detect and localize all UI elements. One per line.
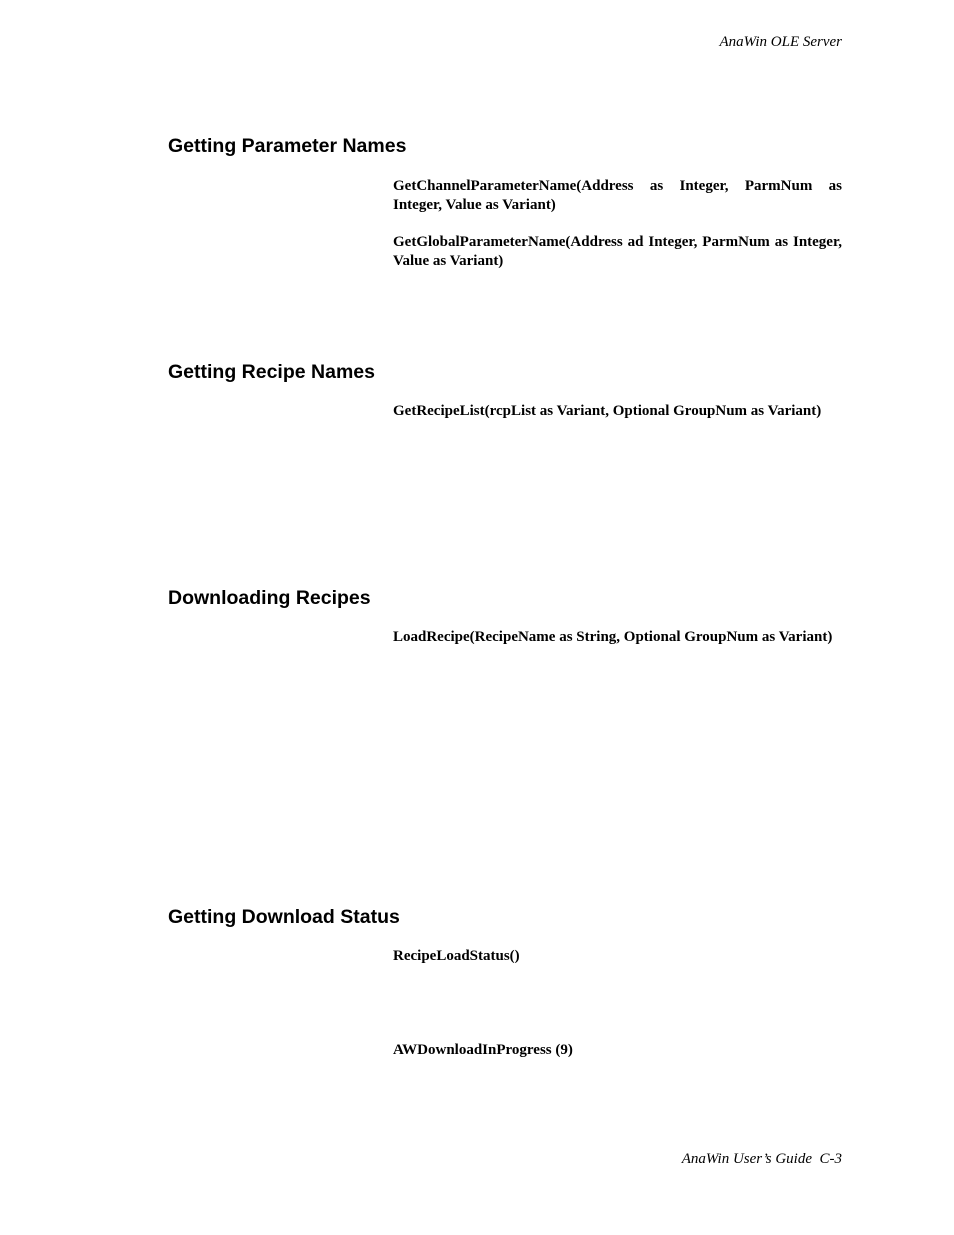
function-signature-get-global-parameter-name: GetGlobalParameterName(Address ad Intege… (393, 234, 842, 269)
section-heading-downloading-recipes: Downloading Recipes (168, 587, 371, 609)
running-header: AnaWin OLE Server (719, 34, 842, 50)
running-footer: AnaWin User’s Guide C-3 (681, 1151, 842, 1167)
function-signature-get-channel-parameter-name: GetChannelParameterName(Address as Integ… (393, 178, 842, 213)
section-heading-recipe-names: Getting Recipe Names (168, 361, 375, 383)
section-heading-parameter-names: Getting Parameter Names (168, 135, 407, 157)
function-signature-recipe-load-status: RecipeLoadStatus() (393, 948, 520, 964)
status-constant-aw-download-in-progress: AWDownloadInProgress (9) (393, 1042, 573, 1058)
section-heading-download-status: Getting Download Status (168, 906, 400, 928)
function-signature-get-recipe-list: GetRecipeList(rcpList as Variant, Option… (393, 403, 822, 419)
function-signature-load-recipe: LoadRecipe(RecipeName as String, Optiona… (393, 629, 833, 645)
